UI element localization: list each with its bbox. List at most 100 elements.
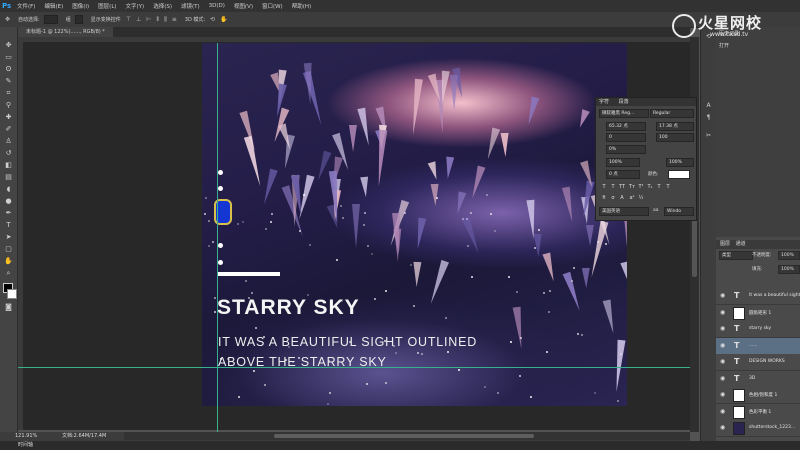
quick-select-tool-icon[interactable]: ✎ [3,77,14,86]
distribute-icon[interactable]: ⫴ [156,16,159,24]
document-canvas[interactable]: STARRY SKY IT WAS A BEAUTIFUL SIGHT OUTL… [202,43,627,406]
layer-row[interactable]: ◉ T DESIGN WORKS [716,354,800,371]
rotate-3d-icon[interactable]: ⟲ [210,16,215,23]
document-tab[interactable]: 未标题-1 @ 122%(......, RGB/8) * [18,27,113,37]
font-style-select[interactable]: Regular [650,109,694,118]
faux-italic-icon[interactable]: T [610,184,616,191]
layer-row[interactable]: ◉ T 3D [716,370,800,388]
layer-name[interactable]: It was a beautiful sight [749,293,800,298]
distribute-h-icon[interactable]: ⫼ [164,16,167,24]
all-caps-icon[interactable]: TT [619,184,625,191]
menu-view[interactable]: 视图(V) [234,2,253,10]
menu-edit[interactable]: 编辑(E) [44,2,63,10]
layer-row[interactable]: ◉ T...... [716,337,800,355]
vertical-scale-field[interactable]: 100% [606,158,640,167]
tool-preset-icon[interactable]: ✂ [704,132,713,140]
oldstyle-icon[interactable]: σ [610,195,616,202]
tab-channels[interactable]: 通道 [736,241,746,247]
kerning-field[interactable]: 0 [606,133,646,142]
strikethrough-icon[interactable]: T [665,184,671,191]
text-color-swatch[interactable] [668,170,690,179]
horizontal-scale-field[interactable]: 100% [666,158,694,167]
type-tool-icon[interactable]: T [3,221,14,230]
eraser-tool-icon[interactable]: ◧ [3,161,14,170]
subtitle-line-1[interactable]: IT WAS A BEAUTIFUL SIGHT OUTLINED [218,335,477,349]
menu-layer[interactable]: 图层(L) [98,2,116,10]
layer-row[interactable]: ◉ T It was a beautiful sight [716,288,800,305]
shape-tool-icon[interactable]: ▢ [3,245,14,254]
timeline-label[interactable]: 时间轴 [18,442,33,448]
menu-file[interactable]: 文件(F) [17,2,35,10]
align-top-icon[interactable]: ⊤ [126,16,131,23]
gradient-tool-icon[interactable]: ▤ [3,173,14,182]
layer-row[interactable]: ◉ Tstarry sky [716,321,800,338]
visibility-eye-icon[interactable]: ◉ [720,325,725,332]
zoom-level[interactable]: 121.91% [15,432,37,441]
tab-paragraph[interactable]: 段落 [619,99,629,105]
font-family-select[interactable]: 微软雅黑 Reg... [599,109,649,118]
fraction-icon[interactable]: ½ [638,195,644,202]
crop-tool-icon[interactable]: ⌗ [3,89,14,98]
tracking-field[interactable]: 100 [656,133,694,142]
visibility-eye-icon[interactable]: ◉ [720,424,725,431]
visibility-eye-icon[interactable]: ◉ [720,408,725,415]
align-middle-icon[interactable]: ⊥ [136,16,141,23]
visibility-eye-icon[interactable]: ◉ [720,391,725,398]
hand-tool-icon[interactable]: ✋ [3,257,14,266]
path-select-icon[interactable]: ➤ [3,233,14,242]
healing-tool-icon[interactable]: ✚ [3,113,14,122]
history-item[interactable]: 打开 [719,42,729,49]
layer-name[interactable]: ...... [749,343,758,348]
menu-select[interactable]: 选择(S) [153,2,172,10]
character-panel-icon[interactable]: A [704,102,713,110]
move-tool-icon[interactable]: ✥ [5,16,10,23]
move-tool-icon[interactable]: ✥ [3,41,14,50]
stamp-tool-icon[interactable]: ♙ [3,137,14,146]
superscript-icon[interactable]: T¹ [638,184,644,191]
layer-name[interactable]: shutterstock_1223... [749,425,795,430]
swash-icon[interactable]: A [619,195,625,202]
auto-select-value[interactable]: 组 [66,16,71,23]
baseline-field[interactable]: 0 点 [606,170,640,179]
tab-character[interactable]: 字符 [599,99,609,105]
fill-field[interactable]: 100% [778,265,800,274]
dodge-tool-icon[interactable]: ● [3,197,14,206]
horizontal-scrollbar[interactable] [124,432,690,440]
subscript-icon[interactable]: T₁ [647,184,653,191]
layer-name[interactable]: starry sky [749,326,771,331]
faux-bold-icon[interactable]: T [601,184,607,191]
background-color-swatch[interactable] [7,289,17,299]
layer-name[interactable]: 3D [749,376,755,381]
layer-row[interactable]: ◉ 色相/饱和度 1 [716,387,800,404]
zoom-tool-icon[interactable]: ⌕ [3,269,14,278]
marquee-tool-icon[interactable]: ▭ [3,53,14,62]
tab-layers[interactable]: 图层 [720,241,730,247]
scroll-thumb[interactable] [274,434,534,438]
small-caps-icon[interactable]: Tт [629,184,635,191]
layer-name[interactable]: 圆角矩形 1 [749,310,771,316]
quick-mask-icon[interactable]: ◙ [3,303,14,312]
align-left-icon[interactable]: ⊢ [146,16,151,23]
layer-name[interactable]: 色相/饱和度 1 [749,392,777,398]
show-transform-checkbox[interactable] [74,15,83,24]
layer-row[interactable]: ◉ 色彩平衡 1 [716,403,800,421]
language-select[interactable]: 美国英语 [599,207,649,216]
opacity-field[interactable]: 100% [778,251,800,260]
visibility-eye-icon[interactable]: ◉ [720,375,725,382]
align-center-icon[interactable]: ≡ [172,16,177,23]
guide-horizontal[interactable] [18,367,690,368]
menu-3d[interactable]: 3D(D) [209,3,225,9]
pen-tool-icon[interactable]: ✒ [3,209,14,218]
layer-row[interactable]: ◉ 圆角矩形 1 [716,304,800,322]
visibility-eye-icon[interactable]: ◉ [720,358,725,365]
antialias-select[interactable]: Windo [664,207,694,216]
headline-text[interactable]: STARRY SKY [217,296,360,320]
brush-tool-icon[interactable]: ✐ [3,125,14,134]
menu-window[interactable]: 窗口(W) [262,2,283,10]
ruler-horizontal[interactable] [18,37,690,42]
layer-name[interactable]: DESIGN WORKS [749,359,785,364]
scale-field[interactable]: 0% [606,145,646,154]
ruler-vertical[interactable] [18,42,23,430]
visibility-eye-icon[interactable]: ◉ [720,342,725,349]
underline-icon[interactable]: T [656,184,662,191]
